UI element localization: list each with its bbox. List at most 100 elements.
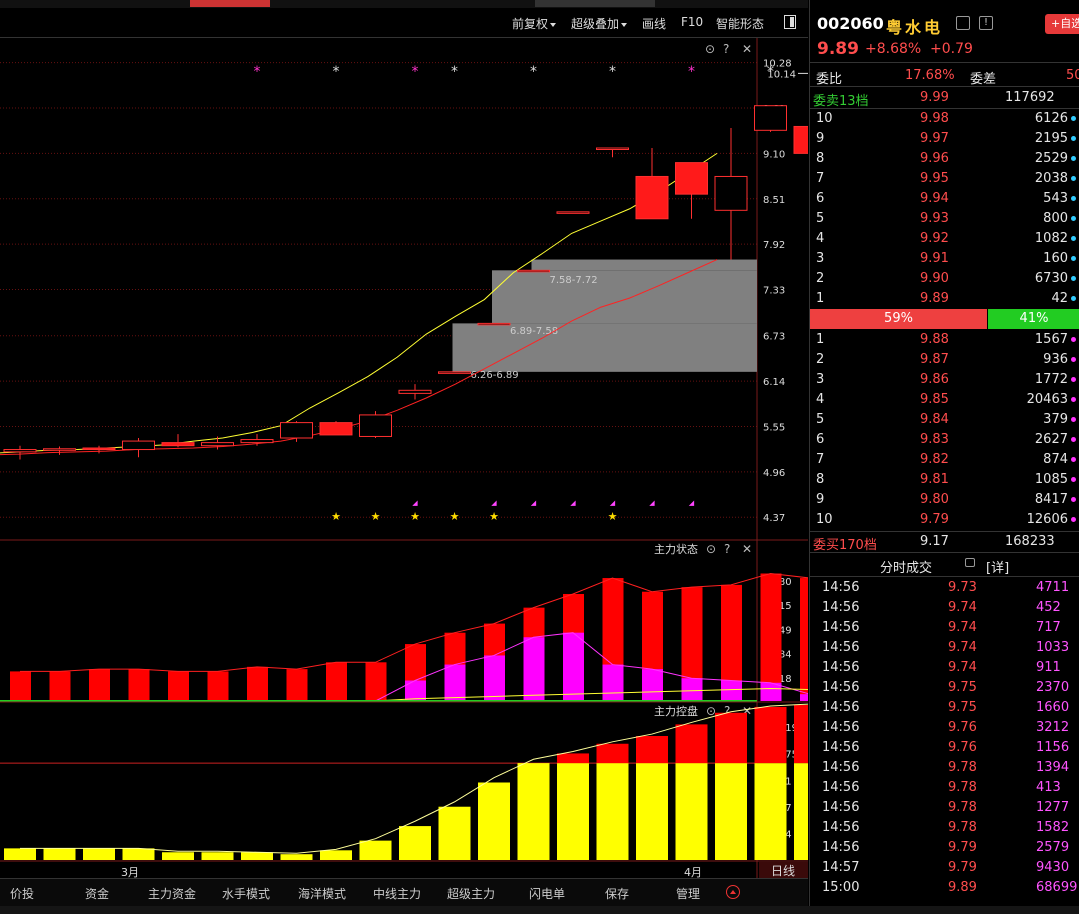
pattern-button[interactable]: 智能形态 [716, 15, 764, 32]
flag-icon: ◢ [689, 499, 695, 507]
state-bar [326, 662, 347, 701]
bid-volume: 1567 [1034, 332, 1068, 347]
tab-jiatou[interactable]: 价投 [10, 885, 34, 902]
trade-volume: 1033 [1036, 640, 1070, 655]
ask-volume: 6730 [1034, 271, 1068, 286]
candle-body [122, 440, 155, 451]
bid-volume: 379 [1043, 412, 1068, 427]
flag-icon: ◢ [610, 499, 616, 507]
bid-price: 9.84 [920, 412, 949, 427]
ask-price: 9.98 [920, 111, 949, 126]
f10-button[interactable]: F10 [681, 15, 703, 29]
level-label: 3 [816, 372, 825, 387]
control-bar-top [754, 706, 787, 764]
candle-body [82, 447, 116, 451]
stock-code: 002060 [817, 14, 884, 33]
control-bar-top [794, 705, 826, 764]
bid-marker-dot [1071, 397, 1076, 402]
ask-volume: 2529 [1034, 151, 1068, 166]
alert-icon[interactable]: ! [979, 16, 993, 30]
bid-price: 9.87 [920, 352, 949, 367]
tab-shandian[interactable]: 闪电单 [529, 885, 565, 902]
trade-time: 14:56 [822, 640, 860, 655]
tab-chaoji[interactable]: 超级主力 [447, 885, 495, 902]
tab-haiyang[interactable]: 海洋模式 [298, 885, 346, 902]
trade-price: 9.75 [948, 700, 977, 715]
buy-star-icon: ★ [331, 510, 341, 523]
trade-row: 14:56 9.74 911 [810, 658, 1079, 678]
candle-body [240, 439, 274, 444]
signal-marker: * [609, 64, 616, 80]
buy-summary-price: 9.17 [920, 534, 949, 549]
level-label: 9 [816, 492, 825, 507]
ask-volume: 42 [1051, 291, 1068, 306]
ask-price: 9.93 [920, 211, 949, 226]
overlay-dropdown[interactable]: 超级叠加 [571, 15, 628, 32]
ask-row: 2 9.90 6730 [810, 269, 1079, 289]
candle-body [319, 422, 353, 436]
price-tick-label: 6.14 [763, 377, 785, 388]
bid-row: 6 9.83 2627 [810, 430, 1079, 450]
buy-star-icon: ★ [450, 510, 460, 523]
trade-row: 14:56 9.78 1394 [810, 758, 1079, 778]
close-icon: ✕ [742, 42, 752, 56]
trade-row: 14:56 9.74 717 [810, 618, 1079, 638]
close-icon: ✕ [742, 542, 752, 556]
ask-row: 7 9.95 2038 [810, 169, 1079, 189]
bid-volume: 936 [1043, 352, 1068, 367]
quote-panel: 002060 粤水电 ! +自选 9.89 +8.68% +0.79 委比 17… [809, 0, 1079, 906]
state-bar-magenta [681, 678, 703, 701]
trade-price: 9.76 [948, 740, 977, 755]
chart-area[interactable]: 10.289.699.108.517.927.336.736.145.554.9… [0, 38, 866, 879]
layout-toggle-icon[interactable] [784, 15, 796, 29]
weibi-row: 委比 17.68% 委差 50 [810, 66, 1079, 87]
stock-name: 粤水电 [886, 18, 944, 37]
level-label: 4 [816, 392, 825, 407]
kline-chart[interactable]: 10.289.699.108.517.927.336.736.145.554.9… [0, 38, 866, 879]
bid-row: 8 9.81 1085 [810, 470, 1079, 490]
control-bar [43, 848, 76, 860]
ask-price: 9.96 [920, 151, 949, 166]
flag-icon: ◢ [531, 499, 537, 507]
ask-row: 5 9.93 800 [810, 209, 1079, 229]
tab-shuishou[interactable]: 水手模式 [222, 885, 270, 902]
price-tick-label: 7.92 [763, 240, 785, 251]
control-bar-top [557, 753, 589, 764]
lock-icon[interactable] [965, 558, 975, 567]
candle-body [754, 105, 787, 131]
draw-line-button[interactable]: 画线 [642, 15, 666, 32]
last-price: 9.89 [817, 39, 859, 59]
bell-icon[interactable] [956, 16, 970, 30]
level-label: 1 [816, 332, 825, 347]
add-watchlist-button[interactable]: +自选 [1045, 14, 1079, 34]
tab-zhongxian[interactable]: 中线主力 [373, 885, 421, 902]
buy-star-icon: ★ [489, 510, 499, 523]
ask-volume: 543 [1043, 191, 1068, 206]
ask-row: 9 9.97 2195 [810, 129, 1079, 149]
trades-detail-link[interactable]: [详] [986, 557, 1009, 576]
trade-volume: 1277 [1036, 800, 1070, 815]
state-bar-magenta [563, 632, 584, 701]
tab-baocun[interactable]: 保存 [605, 885, 629, 902]
bid-row: 9 9.80 8417 [810, 490, 1079, 510]
ask-price: 9.97 [920, 131, 949, 146]
candle-body [596, 147, 629, 150]
level-label: 8 [816, 472, 825, 487]
ask-row: 1 9.89 42 [810, 289, 1079, 309]
candle-body [438, 371, 471, 374]
control-bar [794, 763, 826, 860]
fuquan-dropdown[interactable]: 前复权 [512, 15, 557, 32]
buy-star-icon: ★ [371, 510, 381, 523]
level-label: 5 [816, 211, 825, 226]
candle-body [280, 422, 313, 439]
candle-body [477, 322, 511, 326]
signal-marker: * [767, 64, 774, 80]
tab-zhuli-zijin[interactable]: 主力资金 [148, 885, 196, 902]
bid-marker-dot [1071, 377, 1076, 382]
ask-marker-dot [1071, 196, 1076, 201]
level-label: 2 [816, 271, 825, 286]
expand-up-icon[interactable] [726, 885, 740, 899]
fuquan-label: 前复权 [512, 17, 549, 31]
tab-zijin[interactable]: 资金 [85, 885, 109, 902]
tab-guanli[interactable]: 管理 [676, 885, 700, 902]
